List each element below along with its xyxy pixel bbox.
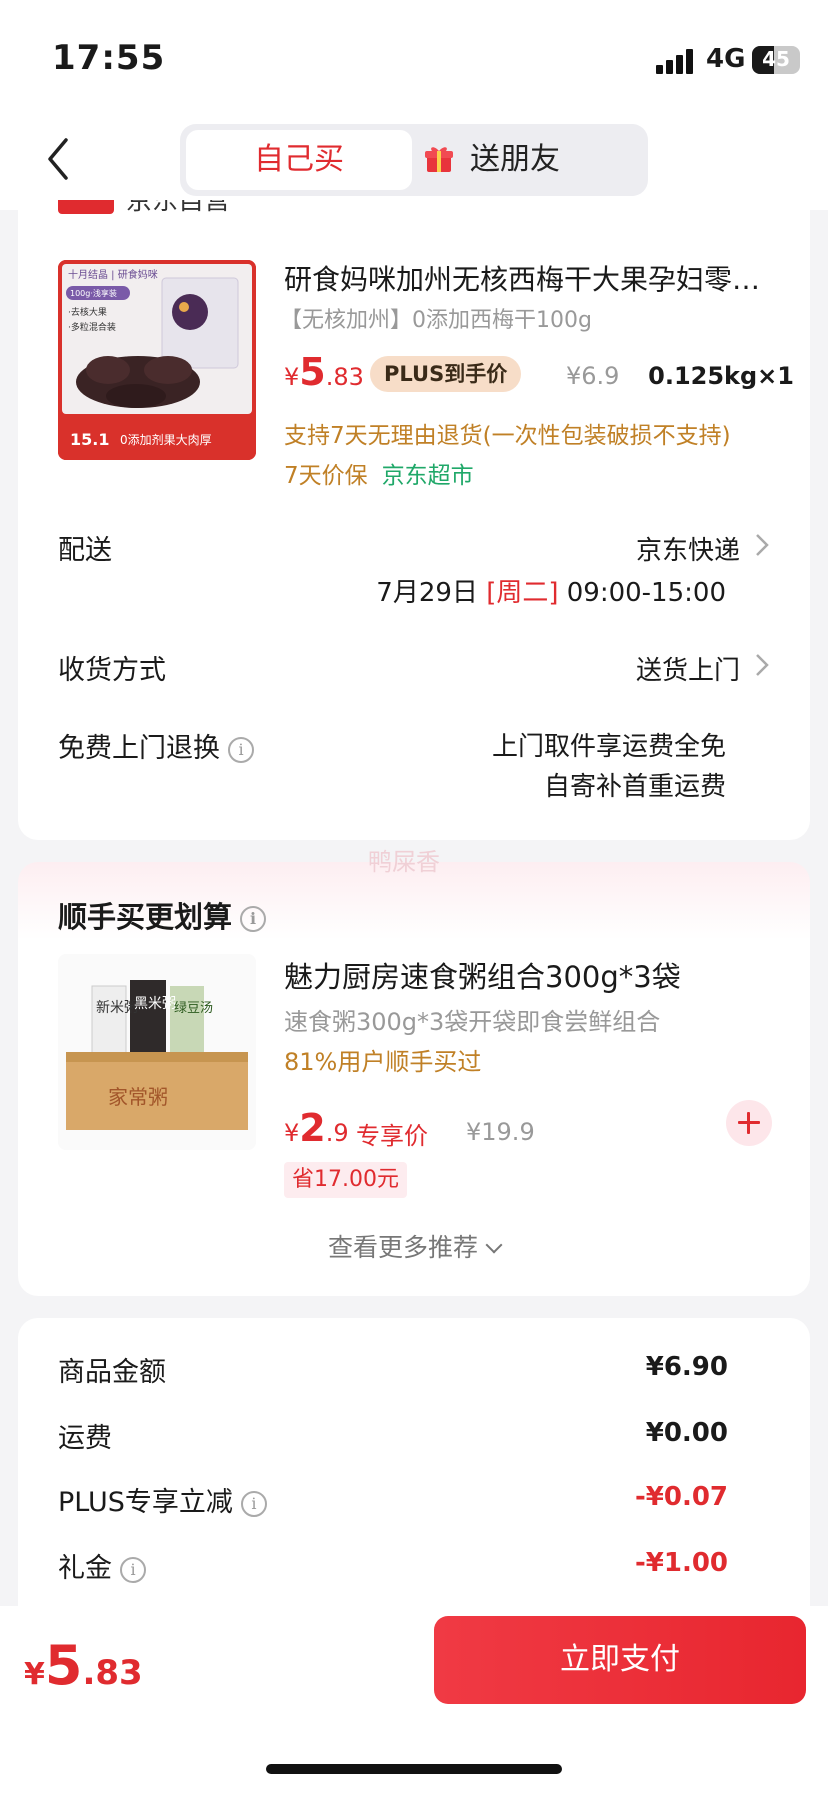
weight-quantity: 0.125kg×1 — [648, 362, 794, 390]
summary-goods-value: ¥6.90 — [645, 1352, 728, 1382]
pay-now-button[interactable]: 立即支付 — [434, 1616, 806, 1704]
summary-goods-label: 商品金额 — [58, 1357, 166, 1388]
info-icon[interactable]: i — [120, 1556, 146, 1583]
price-summary-card: 商品金额 ¥6.90 运费 ¥0.00 PLUS专享立减 i -¥0.07 礼金 i… — [18, 1318, 810, 1638]
svg-text:家常粥: 家常粥 — [108, 1085, 168, 1109]
svg-text:黑米粥: 黑米粥 — [134, 995, 176, 1012]
product-title[interactable]: 研食妈咪加州无核西梅干大果孕妇零… — [284, 258, 784, 298]
tab-send-friend[interactable]: 送朋友 — [420, 130, 642, 190]
summary-plus-value: -¥0.07 — [634, 1482, 728, 1512]
svg-text:·去核大果: ·去核大果 — [68, 306, 107, 318]
receive-method-value[interactable]: 送货上门 — [636, 650, 740, 687]
checkout-bar: ¥5.83 立即支付 — [0, 1606, 828, 1793]
product-spec: 【无核加州】0添加西梅干100g — [280, 308, 592, 333]
product-price-row: ¥5.83 PLUS到手价 ¥6.9 0.125kg×1 — [284, 350, 794, 400]
signal-icon — [656, 48, 696, 74]
original-price: ¥6.9 — [566, 362, 620, 390]
supermarket-tag: 京东超市 — [381, 463, 474, 489]
free-return-label: 免费上门退换 i — [58, 726, 254, 765]
svg-text:0添加剂果大肉厚: 0添加剂果大肉厚 — [120, 432, 212, 447]
battery-level: 45 — [762, 47, 790, 71]
chevron-right-icon[interactable] — [754, 532, 770, 558]
addon-card: 鸭屎香 顺手买更划算 i 新米粥 黑米粥 绿豆汤 家常粥 魅力厨房速食粥组合300… — [18, 848, 810, 1296]
purchase-mode-toggle: 自己买 送朋友 — [180, 124, 648, 196]
info-icon[interactable]: i — [240, 906, 267, 932]
receive-method-label: 收货方式 — [58, 655, 166, 686]
view-more-recommendations[interactable]: 查看更多推荐 — [18, 1228, 810, 1264]
addon-product-image[interactable]: 新米粥 黑米粥 绿豆汤 家常粥 — [58, 954, 256, 1150]
summary-shipping-value: ¥0.00 — [645, 1418, 728, 1448]
gift-icon — [425, 147, 453, 172]
total-price: ¥5.83 — [24, 1634, 143, 1697]
chevron-left-icon[interactable] — [44, 134, 74, 184]
info-icon[interactable]: i — [228, 736, 254, 763]
summary-shipping-label: 运费 — [58, 1423, 112, 1454]
store-logo — [58, 200, 114, 214]
status-bar: 17:55 4G 45 — [0, 0, 828, 110]
addon-product-image-art: 新米粥 黑米粥 绿豆汤 家常粥 — [58, 954, 256, 1150]
svg-text:十月结晶 | 研食妈咪: 十月结晶 | 研食妈咪 — [68, 268, 158, 281]
addon-price-row: ¥2.9 专享价 ¥19.9 — [284, 1106, 794, 1154]
tab-self-buy[interactable]: 自己买 — [186, 130, 412, 190]
svg-text:新米粥: 新米粥 — [96, 999, 138, 1016]
chevron-right-icon[interactable] — [754, 652, 770, 678]
addon-purchase-stat: 81%用户顺手买过 — [284, 1048, 482, 1076]
battery-icon: 45 — [752, 46, 800, 74]
addon-price: ¥2.9 — [284, 1106, 349, 1150]
addon-original-price: ¥19.9 — [466, 1118, 535, 1146]
addon-product-title[interactable]: 魅力厨房速食粥组合300g*3袋 — [284, 954, 681, 996]
plus-price-badge: PLUS到手价 — [370, 356, 522, 392]
savings-badge: 省17.00元 — [284, 1162, 407, 1198]
add-to-order-button[interactable] — [726, 1100, 772, 1146]
summary-gift-label: 礼金 i — [58, 1546, 146, 1585]
free-return-line1: 上门取件享运费全免 — [491, 732, 726, 762]
order-item-card: 京东自营 十月结晶 | 研食妈咪 100g·浅享装 ·去核大果 ·多粒混合装 1… — [18, 200, 810, 840]
network-type: 4G — [706, 44, 746, 74]
addon-product-spec: 速食粥300g*3袋开袋即食尝鲜组合 — [284, 1008, 661, 1036]
svg-text:绿豆汤: 绿豆汤 — [174, 1001, 213, 1016]
exclusive-price-tag: 专享价 — [356, 1122, 428, 1150]
product-price: ¥5.83 — [284, 350, 364, 394]
summary-plus-label: PLUS专享立减 i — [58, 1480, 267, 1519]
info-icon[interactable]: i — [240, 1490, 267, 1517]
svg-text:100g·浅享装: 100g·浅享装 — [70, 288, 117, 298]
svg-text:·多粒混合装: ·多粒混合装 — [68, 321, 116, 333]
service-tags: 7天价保 京东超市 — [284, 456, 474, 490]
addon-section-title: 顺手买更划算 i — [58, 894, 267, 936]
svg-text:15.1: 15.1 — [70, 430, 109, 449]
delivery-time[interactable]: 7月29日 [周二] 09:00-15:00 — [376, 572, 726, 609]
delivery-carrier[interactable]: 京东快递 — [636, 530, 740, 567]
tab-send-friend-label: 送朋友 — [470, 142, 560, 177]
top-nav: 自己买 送朋友 — [0, 110, 828, 210]
home-indicator — [266, 1764, 562, 1774]
chevron-down-icon — [485, 1236, 503, 1254]
free-return-line2: 自寄补首重运费 — [543, 772, 726, 802]
summary-gift-value: -¥1.00 — [634, 1548, 728, 1578]
watermark-text: 鸭屎香 — [368, 848, 440, 876]
price-guard-tag: 7天价保 — [284, 463, 368, 489]
store-name: 京东自营 — [126, 200, 231, 216]
return-policy: 支持7天无理由退货(一次性包装破损不支持) — [284, 423, 731, 449]
status-time: 17:55 — [52, 38, 166, 78]
delivery-label: 配送 — [58, 535, 112, 566]
product-image[interactable]: 十月结晶 | 研食妈咪 100g·浅享装 ·去核大果 ·多粒混合装 15.1 0… — [58, 260, 256, 460]
product-image-art: 十月结晶 | 研食妈咪 100g·浅享装 ·去核大果 ·多粒混合装 15.1 0… — [58, 260, 256, 460]
